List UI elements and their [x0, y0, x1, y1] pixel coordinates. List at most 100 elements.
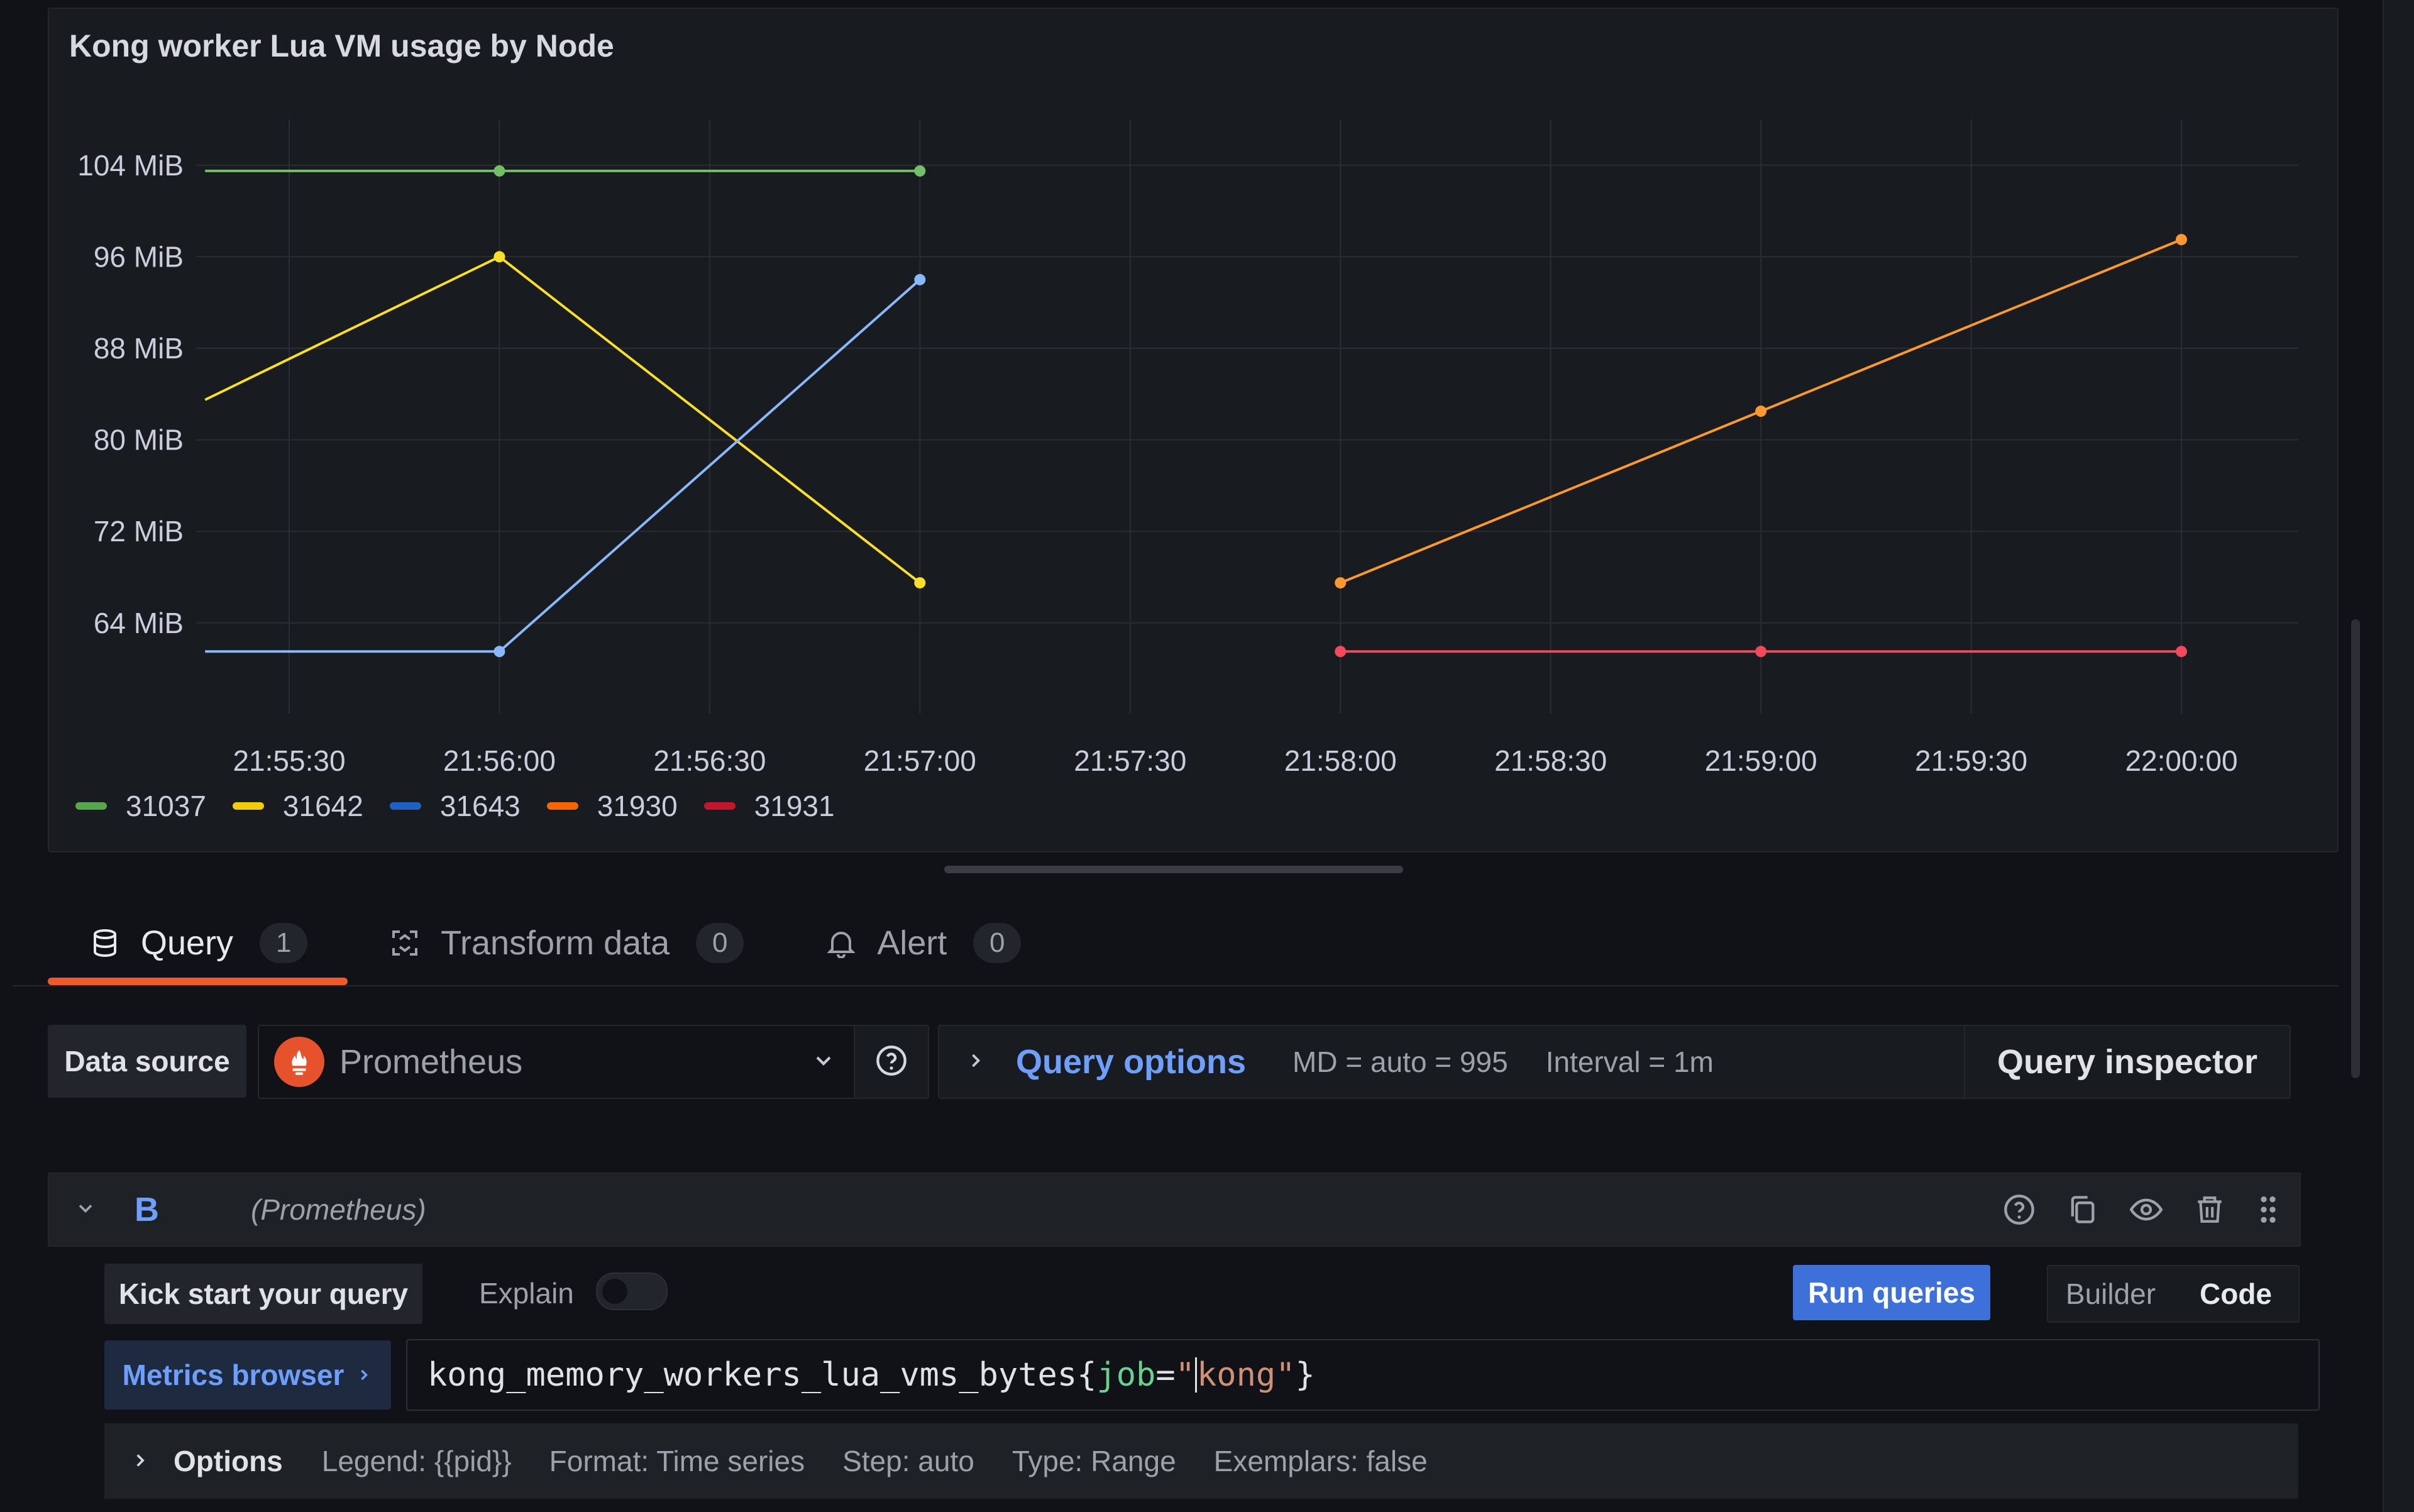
x-tick-label: 21:56:30 — [653, 744, 766, 777]
legend-label: 31930 — [597, 790, 678, 822]
legend-label: 31642 — [282, 790, 363, 822]
chevron-right-icon — [130, 1444, 151, 1478]
option-step: Step: auto — [842, 1445, 974, 1477]
y-tick-label: 88 MiB — [94, 332, 184, 365]
data-point[interactable] — [1755, 646, 1767, 658]
tab-alert-label: Alert — [877, 924, 947, 962]
tab-transform-count: 0 — [696, 923, 744, 963]
x-tick-label: 21:55:30 — [233, 744, 345, 777]
eye-icon[interactable] — [2129, 1193, 2164, 1226]
explain-label: Explain — [479, 1277, 574, 1310]
chevron-down-icon — [811, 1042, 836, 1081]
data-point[interactable] — [2176, 646, 2187, 658]
x-tick-label: 21:59:30 — [1915, 744, 2027, 777]
expr-label-name: job — [1096, 1356, 1156, 1394]
data-source-value: Prometheus — [339, 1043, 523, 1081]
query-options-row[interactable]: Options Legend: {{pid}} Format: Time ser… — [104, 1423, 2298, 1499]
query-ref-id[interactable]: B — [135, 1190, 159, 1229]
tab-transform-data[interactable]: Transform data 0 — [348, 908, 784, 978]
series-line-31643[interactable] — [205, 279, 921, 653]
x-tick-label: 21:57:30 — [1074, 744, 1186, 777]
data-point[interactable] — [2176, 234, 2187, 246]
data-point[interactable] — [1335, 577, 1347, 589]
query-options-bar[interactable]: Query options MD = auto = 995 Interval =… — [938, 1025, 1979, 1099]
tab-query-label: Query — [141, 924, 234, 962]
tab-alert[interactable]: Alert 0 — [784, 908, 1061, 978]
chevron-right-icon — [355, 1364, 373, 1386]
expr-close-brace: } — [1295, 1356, 1315, 1394]
chart-grid — [196, 119, 2298, 714]
trash-icon[interactable] — [2194, 1193, 2225, 1226]
panel-resize-handle[interactable] — [944, 866, 1403, 873]
copy-icon[interactable] — [2066, 1193, 2098, 1226]
tab-query[interactable]: Query 1 — [48, 908, 348, 985]
query-row-header: B (Prometheus) — [48, 1173, 2301, 1247]
y-tick-label: 72 MiB — [94, 515, 184, 548]
code-mode-button[interactable]: Code — [2173, 1277, 2298, 1311]
help-circle-icon[interactable] — [2003, 1193, 2036, 1226]
drag-handle-icon[interactable] — [2256, 1192, 2281, 1227]
data-point[interactable] — [914, 577, 926, 589]
chevron-down-icon[interactable] — [74, 1197, 106, 1223]
bell-icon — [825, 927, 857, 959]
database-icon — [89, 927, 121, 959]
data-source-help-button[interactable] — [854, 1025, 929, 1099]
y-tick-label: 96 MiB — [94, 240, 184, 273]
legend-item[interactable]: 31037 — [75, 789, 206, 823]
legend-item[interactable]: 31642 — [232, 789, 363, 823]
kick-start-button[interactable]: Kick start your query — [104, 1264, 422, 1324]
interval-value: Interval = 1m — [1545, 1046, 1714, 1078]
legend-label: 31643 — [439, 790, 521, 822]
y-axis: 104 MiB 96 MiB 88 MiB 80 MiB 72 MiB 64 MiB — [77, 149, 184, 639]
y-tick-label: 104 MiB — [77, 149, 184, 182]
expr-metric: kong_memory_workers_lua_vms_bytes{ — [427, 1356, 1097, 1394]
legend-item[interactable]: 31930 — [546, 789, 678, 823]
option-type: Type: Range — [1011, 1445, 1176, 1477]
options-title: Options — [174, 1445, 283, 1477]
expr-label-value: kong" — [1196, 1356, 1296, 1394]
query-datasource-name: (Prometheus) — [251, 1193, 426, 1226]
legend-item[interactable]: 31643 — [389, 789, 521, 823]
legend-swatch-3 — [546, 802, 578, 810]
legend-swatch-4 — [703, 802, 736, 810]
option-exemplars: Exemplars: false — [1213, 1445, 1428, 1477]
chevron-right-icon — [964, 1045, 987, 1079]
series-line-31642[interactable] — [204, 255, 921, 584]
expr-open-quote: " — [1175, 1356, 1195, 1394]
data-point[interactable] — [1335, 646, 1347, 658]
transform-icon — [389, 927, 421, 959]
data-point[interactable] — [493, 251, 505, 263]
x-tick-label: 21:58:30 — [1494, 744, 1607, 777]
editor-mode-toggle: Builder Code — [2047, 1265, 2300, 1323]
data-point[interactable] — [493, 646, 505, 658]
data-source-picker[interactable]: Prometheus — [258, 1025, 860, 1099]
time-series-chart: 104 MiB 96 MiB 88 MiB 80 MiB 72 MiB 64 MiB 21… — [77, 119, 2298, 777]
y-tick-label: 80 MiB — [94, 424, 184, 456]
option-legend: Legend: {{pid}} — [321, 1445, 512, 1477]
legend-swatch-0 — [75, 802, 107, 810]
explain-toggle[interactable] — [596, 1272, 668, 1310]
tabs-divider — [13, 985, 2339, 986]
data-point[interactable] — [493, 165, 505, 177]
data-point[interactable] — [914, 273, 926, 285]
promql-editor[interactable]: kong_memory_workers_lua_vms_bytes{job = " k… — [406, 1339, 2320, 1411]
expr-operator: = — [1155, 1356, 1176, 1394]
data-point[interactable] — [914, 165, 926, 177]
tab-transform-label: Transform data — [441, 924, 670, 962]
toggle-knob — [602, 1279, 627, 1304]
y-tick-label: 64 MiB — [94, 607, 184, 639]
query-inspector-button[interactable]: Query inspector — [1964, 1025, 2291, 1099]
run-queries-button[interactable]: Run queries — [1793, 1265, 1990, 1320]
data-source-label: Data source — [48, 1025, 246, 1098]
query-row-actions — [1973, 1192, 2281, 1227]
metrics-browser-button[interactable]: Metrics browser — [104, 1340, 391, 1410]
data-point[interactable] — [1755, 406, 1767, 417]
x-axis: 21:55:30 21:56:00 21:56:30 21:57:00 21:57:30… — [233, 744, 2237, 777]
legend-item[interactable]: 31931 — [703, 789, 835, 823]
metrics-browser-label: Metrics browser — [122, 1359, 344, 1391]
help-circle-icon — [875, 1044, 908, 1080]
x-tick-label: 21:59:00 — [1705, 744, 1817, 777]
editor-tabs: Query 1 Transform data 0 Alert 0 — [48, 908, 1061, 985]
max-data-points: MD = auto = 995 — [1292, 1046, 1508, 1078]
builder-mode-button[interactable]: Builder — [2048, 1277, 2173, 1311]
